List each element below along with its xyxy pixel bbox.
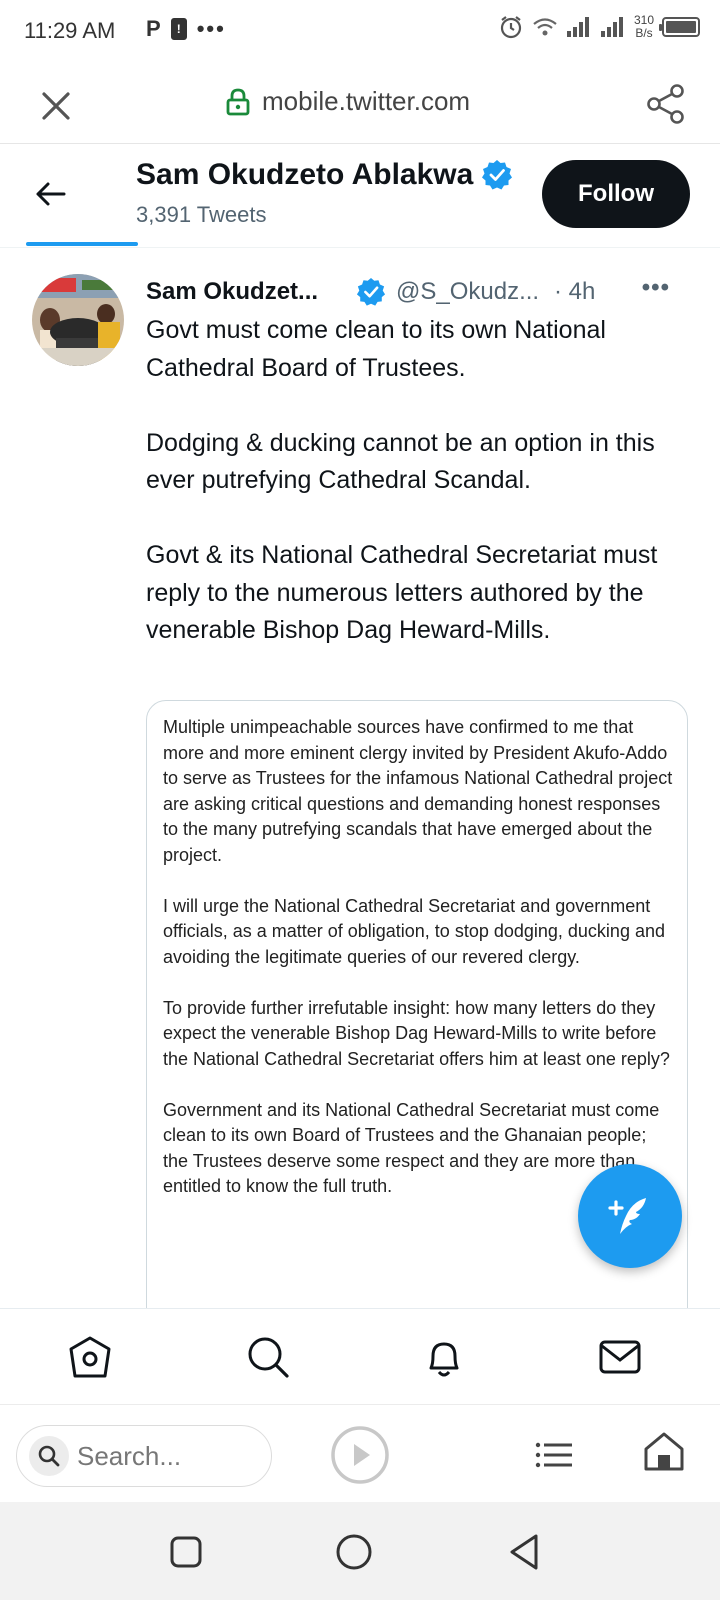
image-text-paragraph: I will urge the National Cathedral Secre… bbox=[163, 895, 665, 967]
play-icon[interactable] bbox=[330, 1425, 390, 1485]
warning-icon bbox=[170, 18, 187, 40]
notifications-icon bbox=[429, 1342, 459, 1377]
tweet-time[interactable]: · 4h bbox=[554, 278, 595, 306]
alarm-icon bbox=[500, 16, 522, 39]
tab-notifications[interactable] bbox=[418, 1331, 470, 1383]
verified-badge-icon bbox=[356, 277, 386, 306]
tweet-header: Sam Okudzet... @S_Okudz... · 4h ••• bbox=[146, 274, 686, 310]
more-options-icon[interactable]: ••• bbox=[642, 274, 670, 302]
network-speed: 310 B/s bbox=[633, 13, 654, 40]
home-circle-icon[interactable] bbox=[332, 1530, 376, 1574]
tweet-paragraph: Govt must come clean to its own National… bbox=[146, 316, 606, 382]
image-text-paragraph: Multiple unimpeachable sources have conf… bbox=[163, 717, 673, 865]
avatar[interactable] bbox=[32, 274, 124, 366]
tweet-author-name[interactable]: Sam Okudzet... bbox=[146, 278, 346, 306]
url-text[interactable]: mobile.twitter.com bbox=[262, 86, 470, 117]
status-time: 11:29 AM bbox=[24, 18, 116, 43]
browser-bottom-bar bbox=[0, 1404, 720, 1502]
signal-icon bbox=[600, 17, 623, 37]
search-icon bbox=[29, 1436, 69, 1476]
follow-button[interactable]: Follow bbox=[542, 160, 690, 228]
tabs-list-icon[interactable] bbox=[532, 1433, 576, 1477]
tab-explore[interactable] bbox=[242, 1331, 294, 1383]
tweet-text: Govt must come clean to its own National… bbox=[146, 312, 686, 650]
profile-header: Sam Okudzeto Ablakwa 3,391 Tweets Follow bbox=[0, 144, 720, 248]
lock-icon bbox=[226, 88, 250, 115]
share-icon[interactable] bbox=[644, 82, 688, 126]
browser-url-bar: mobile.twitter.com bbox=[0, 64, 720, 144]
parking-icon: P bbox=[146, 16, 161, 41]
status-left-icons: P ••• bbox=[146, 16, 226, 42]
image-text-paragraph: To provide further irrefutable insight: … bbox=[163, 997, 670, 1069]
wifi-icon bbox=[533, 18, 557, 36]
messages-icon bbox=[599, 1340, 641, 1374]
tweet[interactable]: Sam Okudzet... @S_Okudz... · 4h ••• Govt… bbox=[0, 248, 720, 1308]
compose-feather-icon bbox=[608, 1198, 646, 1234]
tweet-paragraph: Dodging & ducking cannot be an option in… bbox=[146, 428, 655, 495]
verified-badge-icon bbox=[482, 160, 513, 190]
url-display[interactable]: mobile.twitter.com bbox=[226, 86, 470, 117]
browser-home-icon[interactable] bbox=[642, 1429, 686, 1473]
bottom-tab-bar bbox=[0, 1308, 720, 1404]
status-bar: 11:29 AM P ••• 310 B/s bbox=[0, 0, 720, 64]
battery-icon bbox=[659, 17, 700, 37]
avatar-photo bbox=[32, 274, 124, 366]
system-nav-bar bbox=[0, 1502, 720, 1600]
back-arrow-icon[interactable] bbox=[30, 174, 70, 214]
search-input[interactable] bbox=[77, 1440, 247, 1472]
explore-icon bbox=[248, 1337, 289, 1378]
close-icon[interactable] bbox=[36, 86, 76, 126]
compose-tweet-button[interactable] bbox=[578, 1164, 682, 1268]
tweet-handle[interactable]: @S_Okudz... bbox=[396, 278, 544, 306]
browser-search-box[interactable] bbox=[16, 1425, 272, 1487]
back-triangle-icon[interactable] bbox=[502, 1530, 546, 1574]
tweet-paragraph: Govt & its National Cathedral Secretaria… bbox=[146, 541, 658, 644]
recent-apps-icon[interactable] bbox=[164, 1530, 208, 1574]
tweet-count: 3,391 Tweets bbox=[136, 202, 267, 227]
profile-name: Sam Okudzeto Ablakwa bbox=[136, 158, 474, 191]
signal-icon bbox=[566, 17, 589, 37]
tab-messages[interactable] bbox=[594, 1331, 646, 1383]
status-right-icons: 310 B/s bbox=[498, 14, 700, 40]
more-dots-icon: ••• bbox=[196, 16, 226, 41]
tab-home[interactable] bbox=[64, 1331, 116, 1383]
header-name-row: Sam Okudzeto Ablakwa bbox=[136, 158, 513, 192]
home-icon bbox=[69, 1336, 111, 1378]
tab-indicator bbox=[26, 242, 138, 246]
